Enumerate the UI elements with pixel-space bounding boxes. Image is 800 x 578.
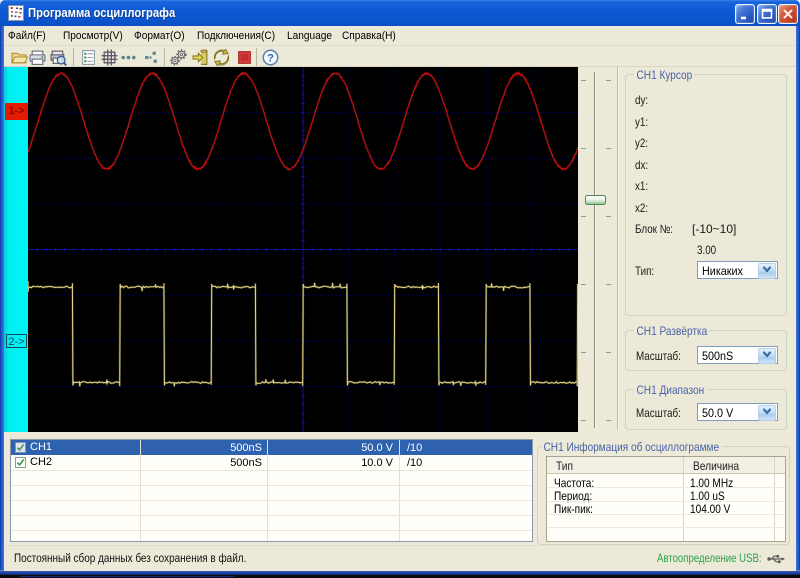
svg-text:?: ? (267, 52, 274, 64)
